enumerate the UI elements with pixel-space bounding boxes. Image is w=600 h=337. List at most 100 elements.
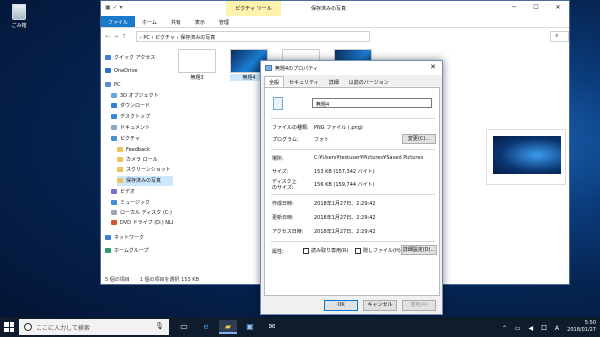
- location-label: 場所:: [272, 156, 284, 162]
- address-row: ← → ↑ › PC › ピクチャ › 保存済みの写真 ⌕: [101, 29, 569, 43]
- breadcrumb-separator: ›: [139, 34, 142, 41]
- nav-quick-access[interactable]: クイック アクセス: [105, 53, 177, 63]
- up-icon[interactable]: ↑: [122, 33, 130, 40]
- tab-share[interactable]: 共有: [164, 16, 188, 27]
- nav-label: DVD ドライブ (D:) NLI: [120, 220, 174, 226]
- file-name-input[interactable]: 無題4: [312, 98, 432, 108]
- nav-desktop[interactable]: デスクトップ: [111, 112, 183, 122]
- nav-pictures[interactable]: ピクチャ: [111, 134, 183, 144]
- desktop-icon: [111, 114, 117, 119]
- nav-label: ホームグループ: [114, 248, 149, 254]
- windows-start-icon[interactable]: [4, 322, 14, 332]
- size-value: 153 KB (157,342 バイト): [314, 169, 375, 175]
- mail-icon[interactable]: ✉: [263, 320, 281, 334]
- modified-label: 更新日時:: [272, 215, 294, 221]
- nav-local-disk[interactable]: ローカル ディスク (C:): [111, 208, 183, 218]
- modified-value: 2018年1月27日、2:29:42: [314, 215, 376, 221]
- change-button[interactable]: 変更(C)...: [402, 134, 436, 144]
- edge-browser-icon[interactable]: e: [197, 320, 215, 334]
- address-bar[interactable]: › PC › ピクチャ › 保存済みの写真: [135, 30, 371, 42]
- nav-label: 3D オブジェクト: [120, 93, 159, 99]
- file-explorer-icon[interactable]: ▰: [219, 320, 237, 334]
- close-icon[interactable]: ✕: [547, 1, 569, 16]
- window-controls: ─ ☐ ✕: [503, 1, 569, 16]
- hidden-checkbox[interactable]: 隠しファイル(H): [355, 247, 401, 254]
- tab-home[interactable]: ホーム: [135, 16, 164, 27]
- nav-label: カメラ ロール: [126, 157, 158, 163]
- dvd-icon: [111, 220, 117, 225]
- checkbox-box[interactable]: [355, 247, 361, 254]
- back-icon[interactable]: ←: [105, 33, 113, 40]
- tab-security[interactable]: セキュリティ: [284, 76, 324, 87]
- search-icon[interactable]: ⌕: [550, 30, 569, 42]
- divider: [271, 194, 435, 195]
- disk-size-label: のサイズ:: [272, 185, 294, 191]
- nav-label: ネットワーク: [114, 235, 145, 241]
- store-icon[interactable]: ▣: [241, 320, 259, 334]
- task-view-icon[interactable]: ▭: [175, 320, 193, 334]
- breadcrumb-pc[interactable]: PC: [143, 35, 150, 41]
- dialog-titlebar: 無題4のプロパティ ✕: [261, 61, 442, 75]
- breadcrumb-saved-pictures[interactable]: 保存済みの写真: [180, 35, 215, 41]
- picture-tools-context-tab: ピクチャ ツール: [226, 1, 281, 16]
- cortana-icon: [24, 323, 32, 331]
- nav-label: OneDrive: [114, 68, 138, 74]
- thumbnail-image[interactable]: [178, 49, 216, 73]
- advanced-button[interactable]: 詳細設定(D)...: [401, 245, 437, 255]
- nav-dvd-drive[interactable]: DVD ドライブ (D:) NLI: [111, 218, 183, 228]
- nav-saved-pictures[interactable]: 保存済みの写真: [117, 176, 173, 186]
- nav-3d-objects[interactable]: 3D オブジェクト: [111, 91, 183, 101]
- general-tab-pane: 無題4 ファイルの種類: PNG ファイル (.png) プログラム: フォト …: [264, 87, 440, 296]
- image-file-icon: [273, 97, 283, 110]
- preview-image: [493, 136, 561, 174]
- nav-pc[interactable]: PC: [105, 80, 177, 90]
- microphone-icon[interactable]: 🎙: [155, 322, 164, 330]
- file-type-label: ファイルの種類:: [272, 125, 309, 131]
- minimize-icon[interactable]: ─: [503, 1, 525, 16]
- forward-icon[interactable]: →: [113, 33, 121, 40]
- nav-music[interactable]: ミュージック: [111, 198, 183, 208]
- close-icon[interactable]: ✕: [430, 63, 436, 71]
- nav-onedrive[interactable]: OneDrive: [105, 66, 177, 76]
- explorer-titlebar: ▣ ✓ ▾ ピクチャ ツール 保存済みの写真 ─ ☐ ✕: [101, 1, 569, 16]
- divider: [271, 118, 435, 119]
- navigation-pane: クイック アクセス OneDrive PC 3D オブジェクト ダウンロード デ…: [101, 45, 173, 273]
- clock-time: 5:50: [584, 320, 596, 326]
- properties-dialog: 無題4のプロパティ ✕ 全般 セキュリティ 詳細 以前のバージョン 無題4 ファ…: [260, 60, 443, 315]
- readonly-checkbox[interactable]: 読み取り専用(R): [303, 247, 348, 254]
- nav-homegroup[interactable]: ホームグループ: [105, 246, 177, 256]
- image-file-icon: [265, 65, 272, 71]
- maximize-icon[interactable]: ☐: [525, 1, 547, 16]
- nav-downloads[interactable]: ダウンロード: [111, 101, 183, 111]
- apply-button[interactable]: 適用(A): [402, 300, 436, 311]
- tab-view[interactable]: 表示: [188, 16, 212, 27]
- checkbox-box[interactable]: [303, 247, 309, 254]
- tab-previous-versions[interactable]: 以前のバージョン: [344, 76, 394, 87]
- nav-network[interactable]: ネットワーク: [105, 233, 177, 243]
- cancel-button[interactable]: キャンセル: [363, 300, 397, 311]
- program-value: フォト: [314, 137, 330, 143]
- location-value: C:¥Users¥testuser¥Pictures¥Saved Picture…: [314, 155, 424, 161]
- taskbar-search-box[interactable]: ここに入力して検索 🎙: [19, 319, 169, 335]
- breadcrumb-pictures[interactable]: ピクチャ: [155, 35, 175, 41]
- nav-videos[interactable]: ビデオ: [111, 187, 183, 197]
- nav-label: ミュージック: [120, 200, 150, 206]
- nav-documents[interactable]: ドキュメント: [111, 123, 183, 133]
- nav-label: クイック アクセス: [114, 55, 156, 61]
- tab-file[interactable]: ファイル: [101, 16, 136, 27]
- tab-manage[interactable]: 管理: [212, 16, 236, 27]
- quick-access-toolbar[interactable]: ▣ ✓ ▾: [105, 4, 123, 11]
- computer-icon: [105, 82, 111, 87]
- clock[interactable]: 5:50 2018/01/27: [567, 320, 596, 334]
- taskbar-search-placeholder: ここに入力して検索: [36, 325, 90, 332]
- nav-label: ドキュメント: [120, 125, 151, 131]
- ok-button[interactable]: OK: [324, 300, 358, 311]
- divider: [271, 241, 435, 242]
- tab-general[interactable]: 全般: [264, 76, 285, 87]
- file-type-value: PNG ファイル (.png): [314, 125, 363, 131]
- accessed-value: 2018年1月27日、2:29:42: [314, 229, 376, 235]
- nav-label: デスクトップ: [120, 114, 151, 120]
- tab-details[interactable]: 詳細: [324, 76, 344, 87]
- recycle-bin-shortcut[interactable]: ごみ箱: [4, 4, 34, 29]
- system-tray-icons[interactable]: ⌃ ▭ ◀ 口 A: [502, 323, 562, 332]
